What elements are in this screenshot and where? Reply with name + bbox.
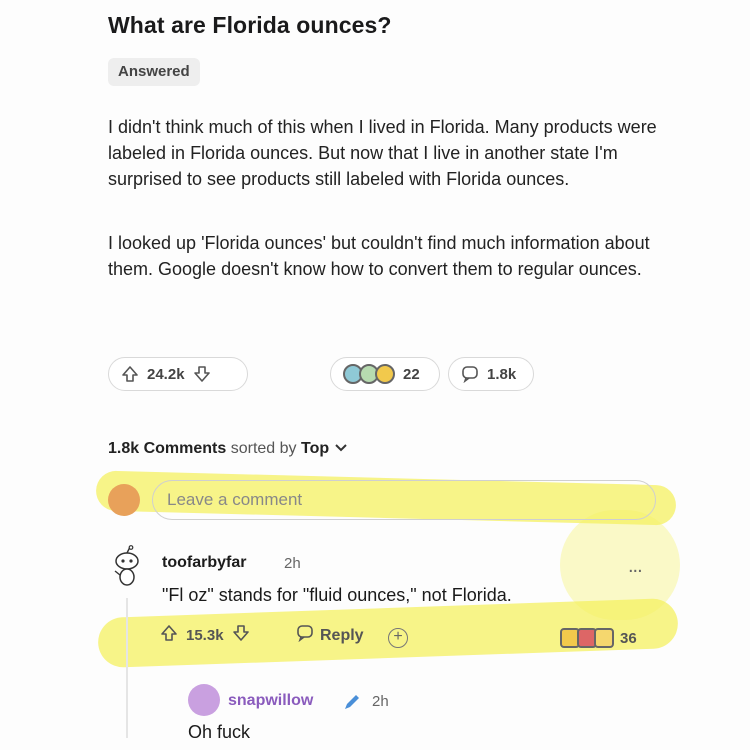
sorted-by-label: sorted by <box>230 440 297 458</box>
post-awards-count: 22 <box>403 365 420 383</box>
reply-button[interactable]: Reply <box>296 624 364 647</box>
reply-username[interactable]: snapwillow <box>228 692 313 710</box>
current-user-avatar <box>108 484 140 516</box>
award-icon <box>343 364 395 384</box>
comment-body: "Fl oz" stands for "fluid ounces," not F… <box>162 585 512 605</box>
post-vote-count: 24.2k <box>147 365 185 383</box>
comment-vote-count: 15.3k <box>186 626 224 644</box>
comment-upvote-icon[interactable] <box>160 624 178 646</box>
downvote-icon[interactable] <box>193 365 211 383</box>
post-page: What are Florida ounces? Answered I didn… <box>0 0 750 750</box>
upvote-icon[interactable] <box>121 365 139 383</box>
comment-downvote-icon[interactable] <box>232 624 250 646</box>
post-vote-pill: 24.2k <box>108 357 248 391</box>
comment-awards[interactable]: 36 <box>560 628 637 648</box>
answered-flair[interactable]: Answered <box>108 58 200 86</box>
reply-label: Reply <box>320 626 364 644</box>
comments-count: 1.8k Comments <box>108 440 227 458</box>
comment-vote-controls: 15.3k <box>160 624 250 646</box>
reply-user-avatar[interactable] <box>188 684 220 716</box>
post-awards-pill[interactable]: 22 <box>330 357 440 391</box>
post-body-paragraph-1: I didn't think much of this when I lived… <box>108 117 657 189</box>
gold-award-icon <box>375 364 395 384</box>
post-comments-count: 1.8k <box>487 365 517 383</box>
thread-line[interactable] <box>126 598 128 738</box>
reply-icon <box>296 624 314 647</box>
comment-award-icon <box>560 628 614 648</box>
pencil-icon <box>342 692 362 717</box>
post-body-paragraph-2: I looked up 'Florida ounces' but couldn'… <box>108 233 650 279</box>
comment-username[interactable]: toofarbyfar <box>162 554 246 572</box>
wholesome-award-icon <box>594 628 614 648</box>
give-award-plus-icon[interactable]: + <box>388 628 408 648</box>
sort-dropdown-value[interactable]: Top <box>301 440 329 457</box>
comment-awards-count: 36 <box>620 629 637 647</box>
more-options-icon[interactable]: ... <box>628 555 643 578</box>
chevron-down-icon[interactable] <box>334 440 348 458</box>
reply-timestamp: 2h <box>372 693 389 710</box>
post-title: What are Florida ounces? <box>108 12 392 38</box>
highlight-right-stroke <box>560 510 680 620</box>
reply-body: Oh fuck <box>188 722 251 742</box>
post-comments-pill[interactable]: 1.8k <box>448 357 534 391</box>
leave-comment-input[interactable]: Leave a comment <box>152 480 656 520</box>
snoo-avatar-icon[interactable] <box>110 545 144 589</box>
comment-timestamp: 2h <box>284 555 301 572</box>
comments-sort-bar: 1.8k Comments sorted by Top <box>108 440 348 458</box>
comment-icon <box>461 365 479 383</box>
